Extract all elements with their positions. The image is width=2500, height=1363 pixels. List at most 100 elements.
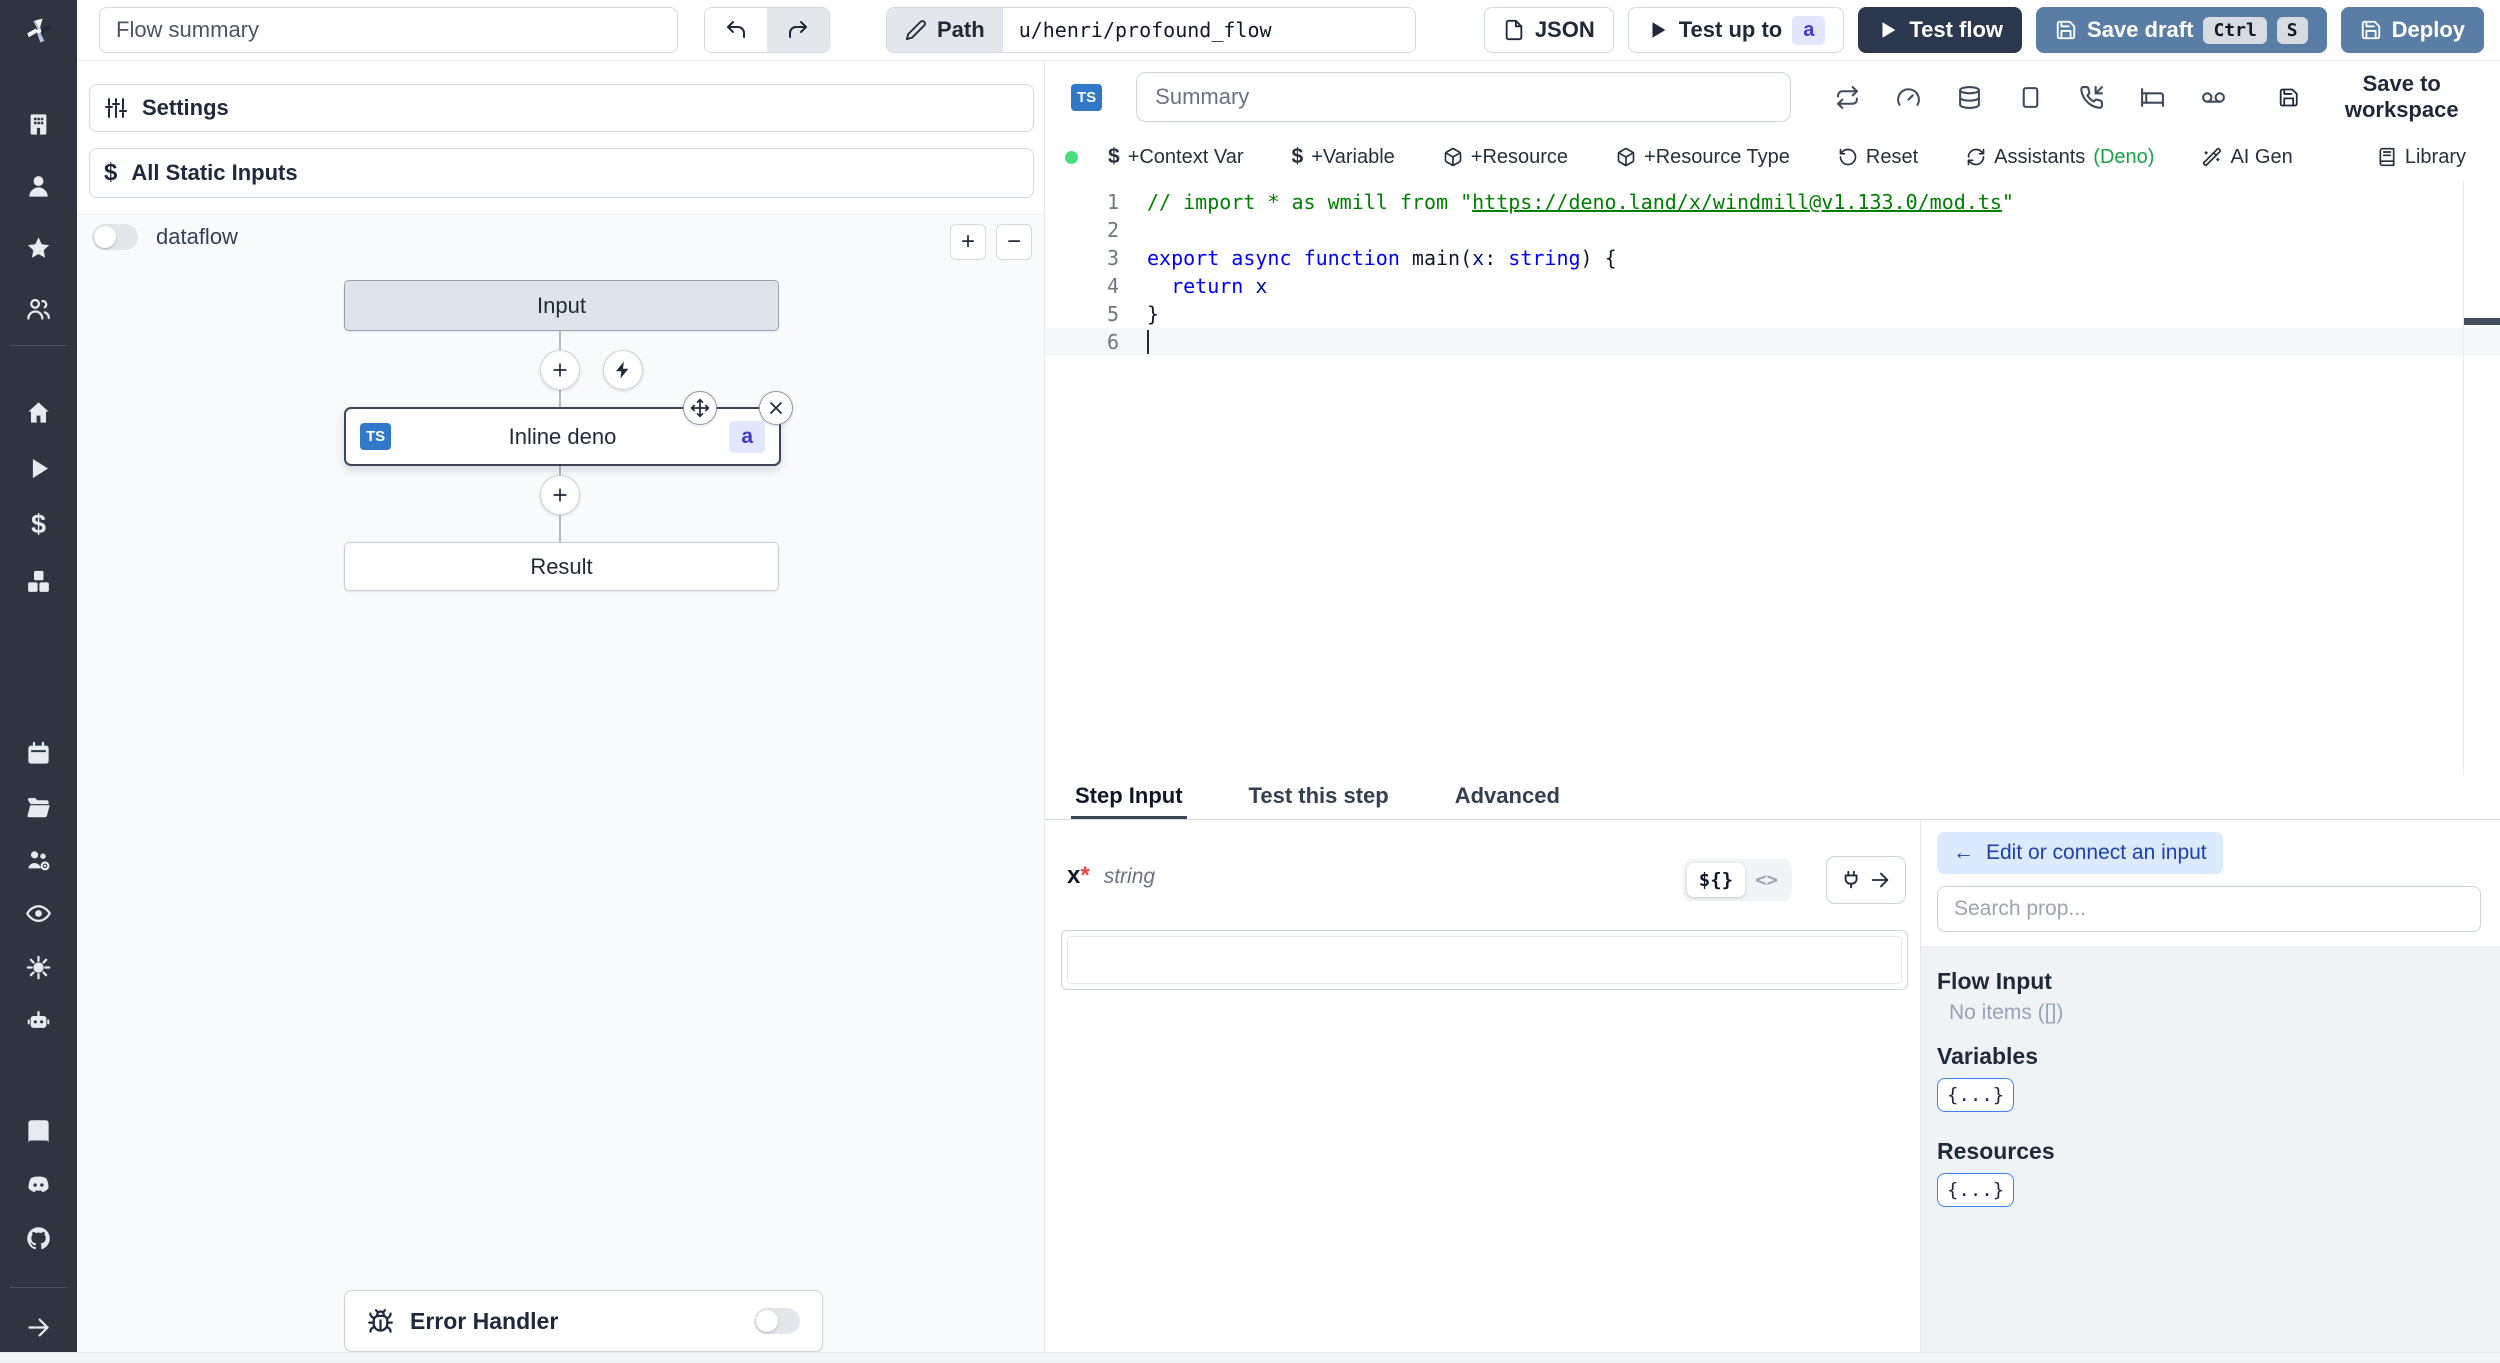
add-context-var-button[interactable]: $ +Context Var [1102, 144, 1250, 170]
required-marker: * [1080, 862, 1090, 889]
flow-summary-input[interactable] [99, 7, 678, 53]
resources-boxes-icon[interactable] [22, 564, 56, 598]
delete-step-button[interactable] [759, 391, 793, 425]
expand-sidebar-arrow-icon[interactable] [22, 1310, 56, 1344]
zoom-out-button[interactable]: − [996, 224, 1032, 260]
connect-input-button[interactable] [1826, 856, 1906, 904]
flow-graph-panel: Settings $ All Static Inputs dataflow + … [77, 60, 1045, 1352]
undo-redo-group [704, 7, 830, 53]
field-label-row: x* string [1067, 862, 1155, 890]
package-icon [1444, 147, 1462, 167]
close-icon [770, 402, 782, 414]
move-icon [690, 398, 710, 418]
typescript-badge: TS [1071, 83, 1103, 111]
variables-dollar-icon[interactable]: $ [22, 507, 56, 541]
field-value-input[interactable] [1061, 930, 1908, 990]
home-icon[interactable] [22, 395, 56, 429]
variables-title: Variables [1937, 1043, 2039, 1069]
step-editor-header: TS Sav [1045, 60, 2500, 135]
windmill-logo-icon[interactable] [22, 14, 56, 53]
save-icon [2279, 88, 2298, 106]
ai-gen-button[interactable]: AI Gen [2196, 145, 2298, 170]
deploy-button[interactable]: Deploy [2340, 7, 2484, 53]
path-edit-button[interactable]: Path [887, 8, 1003, 52]
topbar: Path JSON Test up to a Test flow Save dr… [77, 0, 2500, 61]
gauge-icon[interactable] [1896, 85, 1921, 110]
bed-sleep-icon[interactable] [2140, 85, 2165, 110]
arrow-right-icon [1871, 872, 1889, 888]
all-static-inputs-button[interactable]: $ All Static Inputs [89, 148, 1034, 198]
save-draft-button[interactable]: Save draft Ctrl S [2036, 7, 2327, 53]
library-button[interactable]: Library [2371, 145, 2472, 170]
save-to-workspace-button[interactable]: Save to workspace [2272, 70, 2500, 124]
error-handler-toggle[interactable] [754, 1308, 800, 1334]
schedules-calendar-icon[interactable] [22, 736, 56, 770]
user-icon[interactable] [22, 169, 56, 203]
add-resource-type-button[interactable]: +Resource Type [1610, 145, 1796, 170]
edit-or-connect-button[interactable]: ← Edit or connect an input [1937, 832, 2223, 874]
move-step-button[interactable] [683, 391, 717, 425]
input-node[interactable]: Input [344, 280, 779, 331]
assistants-button[interactable]: Assistants (Deno) [1960, 145, 2160, 170]
variables-object-chip[interactable]: {...} [1937, 1078, 2015, 1112]
dollar-icon: $ [1291, 145, 1304, 168]
flow-input-empty: No items ([]) [1949, 1001, 2064, 1024]
docs-book-icon[interactable] [22, 1114, 56, 1148]
dataflow-toggle-row: dataflow [92, 224, 238, 250]
square-frame-icon[interactable] [2018, 85, 2043, 110]
tab-step-input[interactable]: Step Input [1071, 775, 1187, 819]
field-name: x [1067, 862, 1081, 889]
editor-overview-ruler [2463, 180, 2464, 783]
dataflow-toggle[interactable] [92, 224, 138, 250]
template-mode-button[interactable]: ${} [1686, 863, 1746, 897]
flow-settings-button[interactable]: Settings [89, 84, 1034, 132]
github-icon[interactable] [22, 1221, 56, 1255]
summary-input[interactable] [1136, 72, 1791, 122]
workers-bot-icon[interactable] [22, 1003, 56, 1037]
code-mode-button[interactable]: <> [1745, 863, 1788, 897]
add-resource-button[interactable]: +Resource [1437, 145, 1574, 170]
dollar-icon: $ [1108, 145, 1120, 168]
json-button[interactable]: JSON [1483, 7, 1614, 53]
arrow-left-icon: ← [1953, 841, 1974, 864]
assistants-lang-label: (Deno) [2093, 145, 2155, 168]
add-step-button-bottom[interactable] [540, 475, 580, 515]
error-handler-row[interactable]: Error Handler [344, 1290, 823, 1352]
workspace-building-icon[interactable] [22, 107, 56, 141]
phone-incoming-icon[interactable] [2079, 85, 2104, 110]
step-node-inline-deno[interactable]: TS Inline deno a [344, 407, 781, 466]
result-node[interactable]: Result [344, 542, 779, 591]
kbd-ctrl: Ctrl [2203, 16, 2267, 44]
reset-button[interactable]: Reset [1832, 145, 1924, 170]
test-flow-button[interactable]: Test flow [1858, 7, 2023, 53]
users-group-icon[interactable] [22, 292, 56, 326]
settings-gear-icon[interactable] [22, 950, 56, 984]
tab-test-this-step[interactable]: Test this step [1245, 775, 1393, 819]
groups-admin-icon[interactable] [22, 843, 56, 877]
wand-icon [2203, 147, 2222, 167]
bottom-strip [0, 1352, 2500, 1363]
add-step-button-top[interactable] [540, 350, 580, 390]
error-handler-label: Error Handler [410, 1307, 559, 1334]
tab-advanced[interactable]: Advanced [1451, 775, 1564, 819]
add-trigger-button[interactable] [603, 350, 643, 390]
star-icon[interactable] [22, 231, 56, 265]
search-prop-input[interactable] [1937, 886, 2481, 932]
database-icon[interactable] [1957, 85, 1982, 110]
step-id-badge: a [729, 420, 765, 453]
runs-play-icon[interactable] [22, 451, 56, 485]
test-up-to-button[interactable]: Test up to a [1627, 7, 1845, 53]
path-input[interactable] [1002, 8, 1415, 52]
undo-button[interactable] [705, 8, 767, 52]
redo-button[interactable] [767, 8, 829, 52]
add-variable-button[interactable]: $ +Variable [1286, 144, 1401, 170]
folders-icon[interactable] [22, 790, 56, 824]
code-editor[interactable]: 1// import * as wmill from " https://deno… [1045, 180, 2500, 783]
dollar-icon: $ [104, 159, 118, 186]
voicemail-icon[interactable] [2201, 85, 2226, 110]
resources-object-chip[interactable]: {...} [1937, 1173, 2015, 1207]
retry-repeat-icon[interactable] [1835, 85, 1860, 110]
audit-eye-icon[interactable] [22, 896, 56, 930]
zoom-in-button[interactable]: + [950, 224, 986, 260]
discord-icon[interactable] [22, 1168, 56, 1202]
